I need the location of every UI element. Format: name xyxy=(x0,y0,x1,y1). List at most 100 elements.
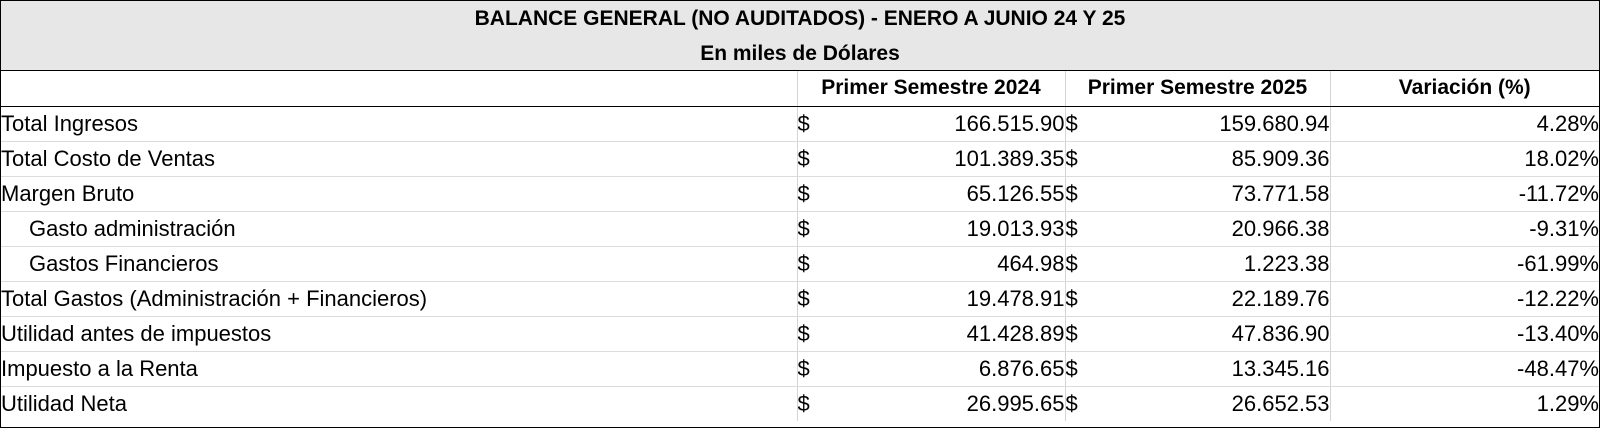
amount-value: 159.680.94 xyxy=(1219,110,1330,136)
table-row: Margen Bruto $65.126.55 $73.771.58 -11.72% xyxy=(1,176,1599,212)
amount-value: 19.478.91 xyxy=(966,285,1065,311)
amount-cell-content: $22.189.76 xyxy=(1066,286,1330,312)
variation-cell[interactable]: 1.29% xyxy=(1329,386,1599,421)
amount-cell-y2024[interactable]: $26.995.65 xyxy=(796,386,1065,421)
amount-cell-y2025[interactable]: $20.966.38 xyxy=(1064,211,1330,247)
column-header-2024[interactable]: Primer Semestre 2024 xyxy=(796,71,1065,107)
row-label-cell[interactable]: Margen Bruto xyxy=(1,176,797,212)
currency-symbol: $ xyxy=(1065,215,1078,241)
spreadsheet-sheet: BALANCE GENERAL (NO AUDITADOS) - ENERO A… xyxy=(0,0,1600,428)
amount-cell-y2025[interactable]: $13.345.16 xyxy=(1064,351,1330,387)
currency-symbol: $ xyxy=(1065,180,1078,206)
table-body: Total Ingresos $166.515.90 $159.680.94 4.28… xyxy=(1,106,1599,421)
amount-cell-content: $1.223.38 xyxy=(1066,251,1330,277)
report-title: BALANCE GENERAL (NO AUDITADOS) - ENERO A… xyxy=(474,7,1126,30)
currency-symbol: $ xyxy=(1065,250,1078,276)
currency-symbol: $ xyxy=(1065,285,1078,311)
currency-symbol: $ xyxy=(1065,390,1078,416)
amount-cell-content: $101.389.35 xyxy=(798,146,1065,172)
amount-value: 73.771.58 xyxy=(1231,180,1330,206)
amount-cell-y2024[interactable]: $19.478.91 xyxy=(796,281,1065,317)
variation-cell[interactable]: -48.47% xyxy=(1329,351,1599,387)
amount-value: 1.223.38 xyxy=(1243,250,1330,276)
variation-cell[interactable]: -61.99% xyxy=(1329,246,1599,282)
amount-cell-y2025[interactable]: $26.652.53 xyxy=(1064,386,1330,421)
row-label-cell[interactable]: Total Ingresos xyxy=(1,106,797,142)
currency-symbol: $ xyxy=(797,215,810,241)
row-label-cell[interactable]: Utilidad Neta xyxy=(1,386,797,421)
currency-symbol: $ xyxy=(797,390,810,416)
amount-value: 13.345.16 xyxy=(1231,355,1330,381)
amount-cell-content: $26.995.65 xyxy=(798,391,1065,417)
row-label-cell[interactable]: Utilidad antes de impuestos xyxy=(1,316,797,352)
amount-cell-content: $85.909.36 xyxy=(1066,146,1330,172)
currency-symbol: $ xyxy=(797,250,810,276)
amount-cell-content: $73.771.58 xyxy=(1066,181,1330,207)
currency-symbol: $ xyxy=(797,180,810,206)
row-label-cell[interactable]: Total Costo de Ventas xyxy=(1,141,797,177)
amount-cell-y2024[interactable]: $19.013.93 xyxy=(796,211,1065,247)
amount-value: 6.876.65 xyxy=(978,355,1065,381)
variation-cell[interactable]: -13.40% xyxy=(1329,316,1599,352)
amount-cell-content: $65.126.55 xyxy=(798,181,1065,207)
currency-symbol: $ xyxy=(797,355,810,381)
amount-cell-content: $6.876.65 xyxy=(798,356,1065,382)
variation-cell[interactable]: 18.02% xyxy=(1329,141,1599,177)
amount-cell-y2025[interactable]: $22.189.76 xyxy=(1064,281,1330,317)
row-label-cell[interactable]: Total Gastos (Administración + Financier… xyxy=(1,281,797,317)
amount-cell-content: $13.345.16 xyxy=(1066,356,1330,382)
column-header-label[interactable] xyxy=(1,71,797,107)
amount-cell-y2024[interactable]: $101.389.35 xyxy=(796,141,1065,177)
table-row: Gastos Financieros $464.98 $1.223.38 -61.99… xyxy=(1,246,1599,282)
table-row: Utilidad antes de impuestos $41.428.89 $47… xyxy=(1,316,1599,352)
currency-symbol: $ xyxy=(797,145,810,171)
amount-cell-y2024[interactable]: $464.98 xyxy=(796,246,1065,282)
column-header-2025[interactable]: Primer Semestre 2025 xyxy=(1064,71,1330,107)
amount-value: 47.836.90 xyxy=(1231,320,1330,346)
table-row: Gasto administración $19.013.93 $20.966.38… xyxy=(1,211,1599,247)
report-subtitle: En miles de Dólares xyxy=(700,42,900,65)
table-row: Total Ingresos $166.515.90 $159.680.94 4.28… xyxy=(1,106,1599,142)
amount-cell-y2024[interactable]: $166.515.90 xyxy=(796,106,1065,142)
currency-symbol: $ xyxy=(1065,110,1078,136)
currency-symbol: $ xyxy=(1065,145,1078,171)
amount-value: 20.966.38 xyxy=(1231,215,1330,241)
variation-cell[interactable]: 4.28% xyxy=(1329,106,1599,142)
row-label-cell[interactable]: Impuesto a la Renta xyxy=(1,351,797,387)
report-header: BALANCE GENERAL (NO AUDITADOS) - ENERO A… xyxy=(1,1,1599,71)
amount-value: 26.652.53 xyxy=(1231,390,1330,416)
variation-cell[interactable]: -11.72% xyxy=(1329,176,1599,212)
amount-cell-content: $464.98 xyxy=(798,251,1065,277)
amount-cell-y2025[interactable]: $47.836.90 xyxy=(1064,316,1330,352)
variation-cell[interactable]: -12.22% xyxy=(1329,281,1599,317)
amount-cell-content: $166.515.90 xyxy=(798,111,1065,137)
row-label-cell[interactable]: Gasto administración xyxy=(1,211,797,247)
amount-value: 41.428.89 xyxy=(966,320,1065,346)
table-row: Utilidad Neta $26.995.65 $26.652.53 1.29% xyxy=(1,386,1599,421)
amount-cell-content: $19.013.93 xyxy=(798,216,1065,242)
table-row: Total Gastos (Administración + Financier… xyxy=(1,281,1599,317)
currency-symbol: $ xyxy=(797,320,810,346)
amount-cell-y2025[interactable]: $73.771.58 xyxy=(1064,176,1330,212)
amount-cell-content: $26.652.53 xyxy=(1066,391,1330,417)
amount-cell-content: $20.966.38 xyxy=(1066,216,1330,242)
amount-value: 464.98 xyxy=(997,250,1065,276)
amount-value: 65.126.55 xyxy=(966,180,1065,206)
table-row: Total Costo de Ventas $101.389.35 $85.909.… xyxy=(1,141,1599,177)
variation-cell[interactable]: -9.31% xyxy=(1329,211,1599,247)
amount-value: 19.013.93 xyxy=(966,215,1065,241)
column-header-variation[interactable]: Variación (%) xyxy=(1329,71,1599,107)
amount-cell-y2024[interactable]: $65.126.55 xyxy=(796,176,1065,212)
amount-cell-y2025[interactable]: $159.680.94 xyxy=(1064,106,1330,142)
amount-value: 26.995.65 xyxy=(966,390,1065,416)
currency-symbol: $ xyxy=(797,110,810,136)
amount-cell-y2024[interactable]: $41.428.89 xyxy=(796,316,1065,352)
header-row: Primer Semestre 2024 Primer Semestre 202… xyxy=(1,71,1599,107)
amount-cell-content: $19.478.91 xyxy=(798,286,1065,312)
amount-cell-y2024[interactable]: $6.876.65 xyxy=(796,351,1065,387)
amount-cell-content: $41.428.89 xyxy=(798,321,1065,347)
row-label-cell[interactable]: Gastos Financieros xyxy=(1,246,797,282)
amount-cell-y2025[interactable]: $1.223.38 xyxy=(1064,246,1330,282)
amount-cell-y2025[interactable]: $85.909.36 xyxy=(1064,141,1330,177)
currency-symbol: $ xyxy=(1065,320,1078,346)
